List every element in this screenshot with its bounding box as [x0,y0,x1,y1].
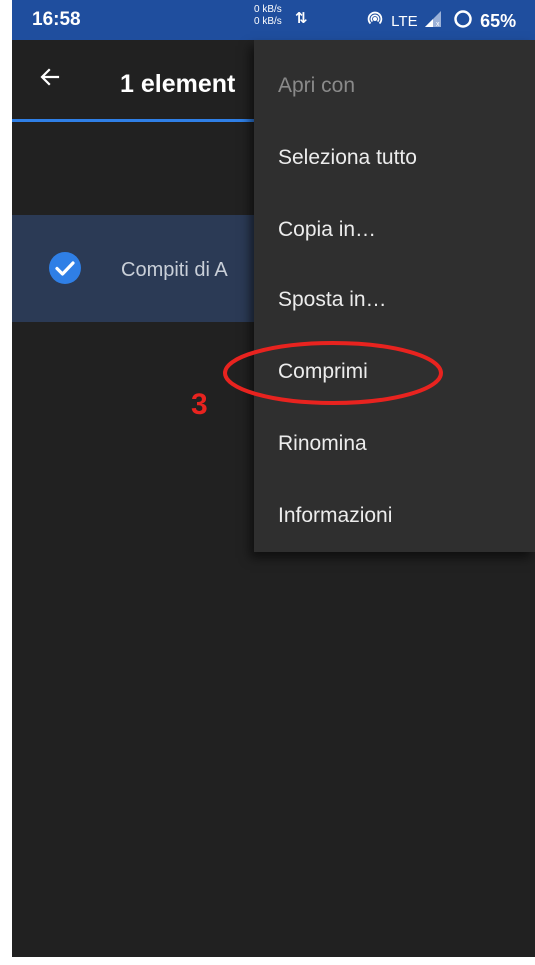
menu-item-copy-to[interactable]: Copia in… [254,196,535,268]
menu-item-label: Rinomina [278,432,367,455]
menu-item-move-to[interactable]: Sposta in… [254,266,535,338]
network-type: LTE [391,12,418,30]
screen: 16:58 0 kB/s 0 kB/s ⇅ LTE x 65% 1 elemen… [12,0,535,957]
annotation-ellipse [223,341,443,405]
menu-item-select-all[interactable]: Seleziona tutto [254,124,535,196]
menu-item-info[interactable]: Informazioni [254,482,535,554]
status-time: 16:58 [32,9,81,30]
annotation-step-number: 3 [191,388,208,421]
checkmark-icon[interactable] [48,251,82,285]
back-arrow-icon[interactable] [38,65,62,89]
hotspot-icon [366,10,384,32]
signal-icon: x [424,11,443,31]
menu-item-label: Apri con [278,74,356,97]
battery-ring-icon [453,9,473,33]
svg-text:x: x [436,21,440,27]
menu-item-open-with: Apri con [254,52,535,124]
overflow-menu: Apri con Seleziona tutto Copia in… Spost… [254,40,535,552]
tab-indicator [12,119,262,122]
menu-item-label: Copia in… [278,218,377,241]
page-title: 1 element [120,70,236,98]
list-item-label: Compiti di A [121,259,228,281]
network-speed: 0 kB/s 0 kB/s ⇅ [254,4,314,36]
status-right: LTE x 65% [366,9,516,31]
data-transfer-icon: ⇅ [295,10,308,27]
menu-item-label: Seleziona tutto [278,146,417,169]
menu-item-rename[interactable]: Rinomina [254,410,535,482]
battery-percent: 65% [480,10,517,31]
menu-item-label: Sposta in… [278,288,387,311]
menu-item-label: Informazioni [278,504,393,527]
status-bar: 16:58 0 kB/s 0 kB/s ⇅ LTE x 65% [12,0,535,40]
